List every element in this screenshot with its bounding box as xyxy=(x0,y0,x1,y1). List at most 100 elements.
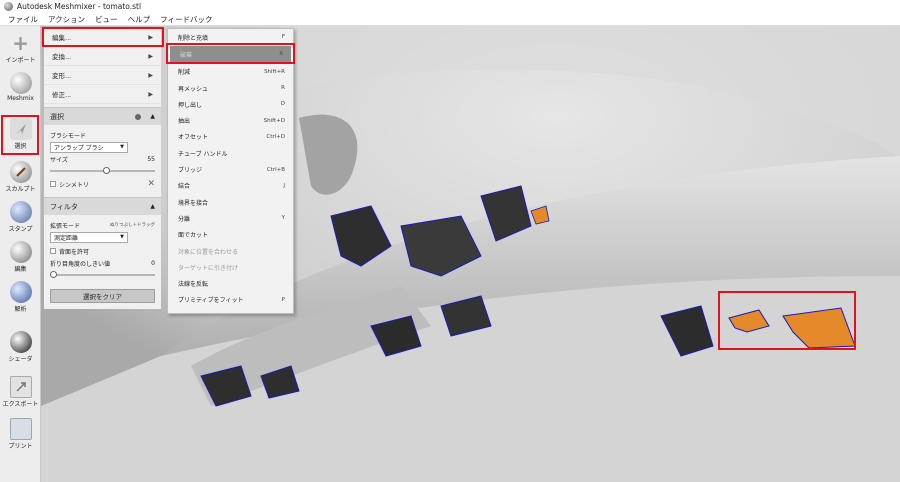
menu-item-label: 法線を反転 xyxy=(178,281,209,289)
menu-bar: ファイル アクション ビュー ヘルプ フィードバック xyxy=(0,13,900,26)
analysis-tool[interactable]: 解析 xyxy=(0,279,41,315)
submenu-convert-label: 変換... xyxy=(52,53,72,61)
size-label: サイズ xyxy=(50,156,68,164)
menu-item[interactable]: ブリッジ Ctrl+B xyxy=(168,161,293,177)
submenu-convert[interactable]: 変換... ▶ xyxy=(44,47,161,66)
collapse-icon[interactable]: ▲ xyxy=(150,203,155,210)
menu-item[interactable]: チューブ ハンドル xyxy=(168,145,293,161)
submenu-modify-label: 修正... xyxy=(52,91,72,99)
menu-item-shortcut: J xyxy=(283,182,285,189)
menu-item: 対象に位置を合わせる xyxy=(168,243,293,259)
meshmixer-logo-icon xyxy=(4,2,13,11)
menu-item[interactable]: 面でカット xyxy=(168,227,293,243)
edit-tool[interactable]: 編集 xyxy=(0,239,41,275)
menu-item-label: 削除と充填 xyxy=(178,34,209,42)
select-tool-highlight xyxy=(1,115,39,155)
filter-panel-title: フィルタ xyxy=(50,202,78,211)
crease-slider[interactable] xyxy=(50,269,155,279)
menu-item[interactable]: 削減 Shift+R xyxy=(168,64,293,80)
menu-item[interactable]: 法線を反転 xyxy=(168,275,293,291)
menu-feedback[interactable]: フィードバック xyxy=(155,14,217,25)
menu-item-label: 境界を接合 xyxy=(178,199,209,207)
window-title: Autodesk Meshmixer - tomato.stl xyxy=(17,2,142,11)
symmetry-label: シンメトリ xyxy=(59,181,89,189)
menu-item-label: プリミティブをフィット xyxy=(178,297,244,305)
size-value: 55 xyxy=(147,155,155,163)
submenu-deform[interactable]: 変形... ▶ xyxy=(44,66,161,85)
menu-item-label: 押し出し xyxy=(178,101,203,109)
menu-actions[interactable]: アクション xyxy=(43,14,90,25)
export-tool[interactable]: エクスポート xyxy=(0,374,41,410)
printer-icon xyxy=(9,418,32,440)
left-toolbar: + インポート Meshmix 選択 スカルプト スタンプ 編集 解析 シェーダ xyxy=(0,26,41,482)
expand-mode-label: 拡張モード xyxy=(50,222,81,230)
menu-file[interactable]: ファイル xyxy=(3,14,43,25)
brush-icon xyxy=(9,161,32,183)
collapse-icon[interactable]: ▲ xyxy=(150,113,155,120)
export-icon xyxy=(9,376,32,398)
submenu-deform-label: 変形... xyxy=(52,72,72,80)
backface-label: 背面を許可 xyxy=(59,248,90,256)
menu-item[interactable]: 境界を接合 xyxy=(168,194,293,210)
menu-item-label: 面でカット xyxy=(178,232,209,240)
meshmix-tool[interactable]: Meshmix xyxy=(0,70,41,106)
menu-item-label: 再メッシュ xyxy=(178,85,209,93)
edit-submenu-highlight xyxy=(42,27,164,47)
sculpt-tool[interactable]: スカルプト xyxy=(0,159,41,195)
print-tool[interactable]: プリント xyxy=(0,416,41,452)
crease-slider-knob[interactable] xyxy=(50,271,57,278)
chevron-right-icon: ▶ xyxy=(148,52,153,60)
filter-panel-body: 拡張モード ぬりつぶし＋ドラッグ 測定距離 ▼ 背面を許可 折り目角度のしきい値 … xyxy=(44,215,161,283)
expand-mode-select[interactable]: 測定距離 ▼ xyxy=(50,231,128,243)
expand-hint: ぬりつぶし＋ドラッグ xyxy=(109,223,155,228)
menu-item-label: 抽出 xyxy=(178,118,191,126)
shader-tool[interactable]: シェーダ xyxy=(0,329,41,365)
menu-item-label: ターゲットに引き付け xyxy=(178,264,239,272)
brush-mode-value: アンラップ ブラシ xyxy=(54,144,104,152)
left-panels: 編集... ▶ 変換... ▶ 変形... ▶ 修正... ▶ 選択 ▲ ブラシモード … xyxy=(44,28,161,309)
menu-item[interactable]: 抽出 Shift+D xyxy=(168,112,293,128)
stamp-tool[interactable]: スタンプ xyxy=(0,199,41,235)
menu-item-shortcut: P xyxy=(281,296,285,303)
menu-item-shortcut: Y xyxy=(281,215,285,222)
crease-label: 折り目角度のしきい値 xyxy=(50,260,111,268)
chevron-down-icon: ▼ xyxy=(120,234,124,240)
expand-mode-value: 測定距離 xyxy=(54,234,79,242)
chevron-right-icon: ▶ xyxy=(148,90,153,98)
menu-item[interactable]: 結合 J xyxy=(168,178,293,194)
crease-value: 0 xyxy=(151,259,155,267)
submenu-modify[interactable]: 修正... ▶ xyxy=(44,85,161,104)
edit-dropdown-menu: 削除と充填 F 破棄 X 削減 Shift+R 再メッシュ R 押し出し D 抽出 Shift+D オフ… xyxy=(167,28,294,314)
menu-item-label: 結合 xyxy=(178,183,191,191)
brush-mode-label: ブラシモード xyxy=(50,132,86,140)
shader-icon xyxy=(9,331,32,353)
menu-item[interactable]: 押し出し D xyxy=(168,96,293,112)
menu-item-label: オフセット xyxy=(178,134,209,142)
gear-icon[interactable] xyxy=(135,113,141,120)
size-slider-knob[interactable] xyxy=(102,167,110,174)
menu-item-shortcut: Shift+D xyxy=(263,117,285,124)
menu-item-shortcut: Ctrl+D xyxy=(266,133,285,140)
menu-item[interactable]: オフセット Ctrl+D xyxy=(168,129,293,145)
plus-icon: + xyxy=(12,31,29,55)
clear-selection-button[interactable]: 選択をクリア xyxy=(50,289,155,303)
wrench-icon[interactable]: ✕ xyxy=(147,179,155,189)
menu-item-label: 削減 xyxy=(178,69,191,77)
select-panel-header[interactable]: 選択 ▲ xyxy=(44,107,161,125)
menu-item[interactable]: プリミティブをフィット P xyxy=(168,292,293,308)
menu-help[interactable]: ヘルプ xyxy=(123,14,156,25)
filter-panel-header[interactable]: フィルタ ▲ xyxy=(44,197,161,215)
wireframe-icon xyxy=(9,281,32,303)
menu-view[interactable]: ビュー xyxy=(90,14,123,25)
import-tool[interactable]: + インポート xyxy=(0,30,41,66)
menu-item[interactable]: 分離 Y xyxy=(168,210,293,226)
menu-item-shortcut: R xyxy=(281,85,285,92)
menu-item-shortcut: F xyxy=(281,34,285,41)
chevron-down-icon: ▼ xyxy=(120,144,124,150)
symmetry-checkbox[interactable] xyxy=(50,181,56,187)
menu-item[interactable]: 再メッシュ R xyxy=(168,80,293,96)
backface-checkbox[interactable] xyxy=(50,248,56,254)
size-slider[interactable] xyxy=(50,165,155,175)
brush-mode-select[interactable]: アンラップ ブラシ ▼ xyxy=(50,141,128,153)
stamp-icon xyxy=(9,201,32,223)
